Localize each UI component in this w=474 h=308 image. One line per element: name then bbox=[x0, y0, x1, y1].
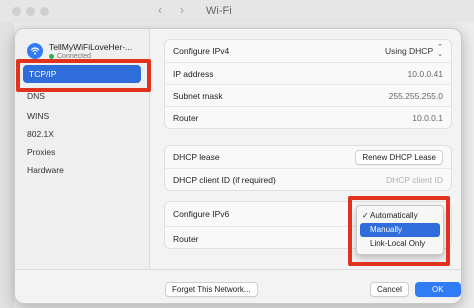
forget-network-button[interactable]: Forget This Network... bbox=[165, 282, 258, 297]
sidebar-item-hardware[interactable]: Hardware bbox=[27, 165, 64, 175]
dhcp-lease-row: DHCP lease Renew DHCP Lease bbox=[165, 146, 451, 168]
ip-address-row: IP address 10.0.0.41 bbox=[165, 62, 451, 84]
wifi-icon bbox=[27, 43, 43, 59]
configure-ipv4-value: Using DHCP bbox=[384, 46, 434, 56]
router-ipv6-label: Router bbox=[173, 233, 199, 244]
configure-ipv4-select[interactable]: Using DHCP ⌃ ⌄ bbox=[385, 44, 443, 58]
tcpip-highlight-frame bbox=[16, 59, 151, 92]
ip-address-value: 10.0.0.41 bbox=[407, 68, 443, 79]
sidebar-item-proxies[interactable]: Proxies bbox=[27, 147, 55, 157]
dhcp-client-id-field[interactable]: DHCP client ID bbox=[386, 175, 443, 185]
ipv4-group: Configure IPv4 Using DHCP ⌃ ⌄ IP address … bbox=[164, 39, 452, 129]
network-name: TellMyWiFiLoveHer-... bbox=[49, 42, 133, 52]
dhcp-lease-label: DHCP lease bbox=[173, 152, 220, 162]
configure-ipv6-label: Configure IPv6 bbox=[173, 209, 230, 219]
background-titlebar: ‹ › Wi-Fi bbox=[0, 0, 474, 22]
renew-dhcp-lease-button[interactable]: Renew DHCP Lease bbox=[355, 149, 443, 165]
dhcp-group: DHCP lease Renew DHCP Lease DHCP client … bbox=[164, 145, 452, 191]
minimize-window-button[interactable] bbox=[26, 7, 35, 16]
ipv6-menu-highlight-frame bbox=[348, 196, 450, 266]
subnet-mask-label: Subnet mask bbox=[173, 90, 223, 101]
router-ipv4-label: Router bbox=[173, 112, 199, 123]
router-ipv4-row: Router 10.0.0.1 bbox=[165, 106, 451, 128]
zoom-window-button[interactable] bbox=[40, 7, 49, 16]
sidebar-item-wins[interactable]: WINS bbox=[27, 111, 49, 121]
dhcp-client-id-label: DHCP client ID (if required) bbox=[173, 174, 276, 185]
forward-chevron-icon[interactable]: › bbox=[180, 3, 184, 17]
configure-ipv4-row: Configure IPv4 Using DHCP ⌃ ⌄ bbox=[165, 40, 451, 62]
updown-chevron-icon: ⌃ ⌄ bbox=[437, 44, 443, 58]
sidebar-item-dns[interactable]: DNS bbox=[27, 91, 45, 101]
subnet-mask-row: Subnet mask 255.255.255.0 bbox=[165, 84, 451, 106]
close-window-button[interactable] bbox=[12, 7, 21, 16]
ok-button[interactable]: OK bbox=[415, 282, 461, 297]
dialog-footer: Forget This Network... Cancel OK bbox=[15, 269, 461, 303]
router-ipv4-value: 10.0.0.1 bbox=[412, 112, 443, 123]
window-title: Wi-Fi bbox=[206, 5, 232, 17]
back-chevron-icon[interactable]: ‹ bbox=[158, 3, 162, 17]
sidebar-item-8021x[interactable]: 802.1X bbox=[27, 129, 54, 139]
ip-address-label: IP address bbox=[173, 68, 214, 79]
dhcp-client-id-row: DHCP client ID (if required) DHCP client… bbox=[165, 168, 451, 190]
subnet-mask-value: 255.255.255.0 bbox=[388, 90, 443, 101]
background-sidebar bbox=[0, 22, 14, 308]
cancel-button[interactable]: Cancel bbox=[370, 282, 409, 297]
configure-ipv4-label: Configure IPv4 bbox=[173, 46, 230, 56]
